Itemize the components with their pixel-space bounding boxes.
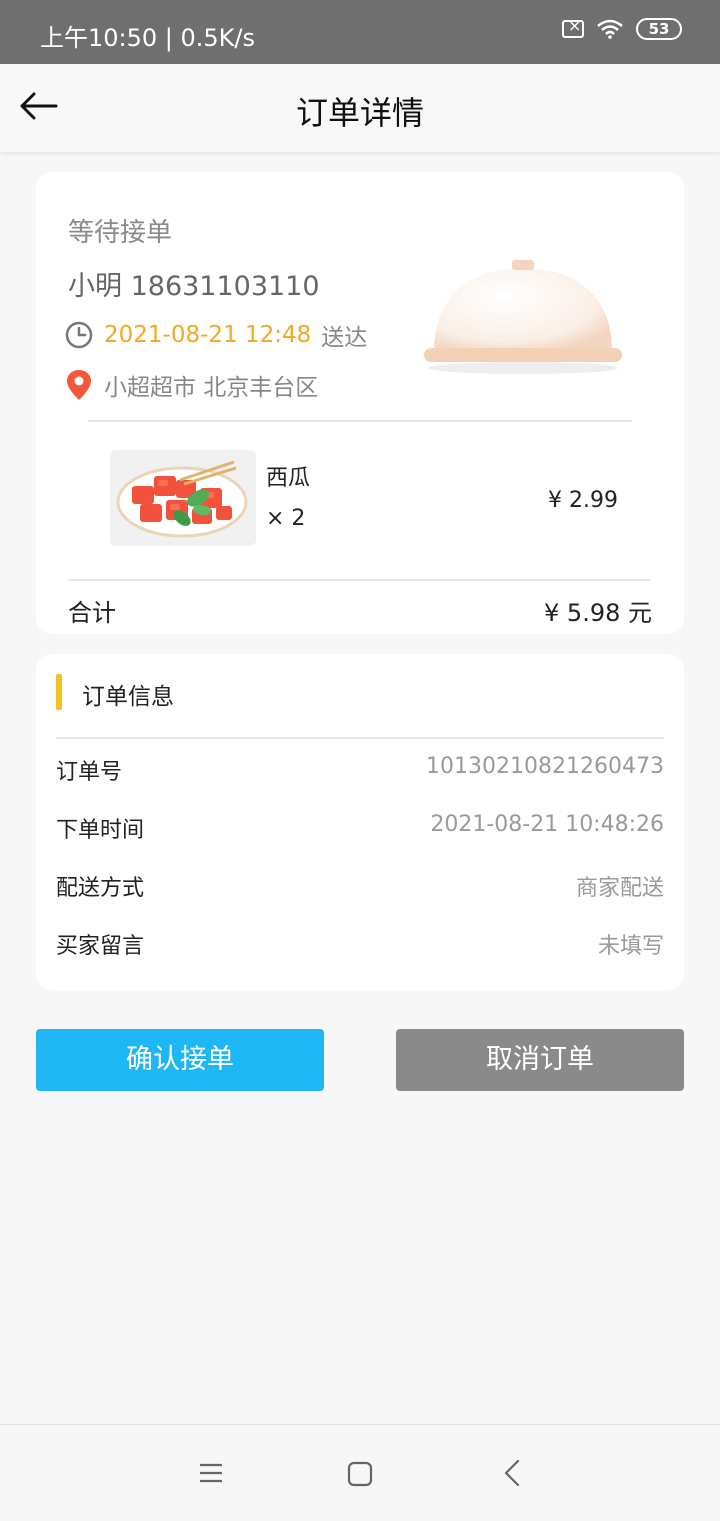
status-time: 上午10:50 | 0.5K/s [40,24,256,52]
info-value: 商家配送 [575,876,664,901]
home-icon[interactable] [345,1459,375,1489]
location-pin-icon [67,370,91,400]
wifi-icon [597,19,623,39]
delivery-time: 2021-08-21 12:48 [104,322,312,348]
no-sim-icon [562,16,584,38]
back-nav-icon[interactable] [500,1457,524,1489]
menu-icon[interactable] [196,1459,226,1487]
order-summary-card: 等待接单 小明 18631103110 2021-08-21 12:48 送达 … [36,172,684,634]
info-value: 2021-08-21 10:48:26 [430,812,664,837]
address-row: 小超超市 北京丰台区 [64,368,318,402]
status-bar: 上午10:50 | 0.5K/s 53 [0,0,720,64]
product-price: ¥ 2.99 [548,488,618,513]
watermelon-image [116,460,248,538]
section-accent-bar [56,674,62,710]
order-status: 等待接单 [68,218,173,248]
battery-icon: 53 [636,18,682,40]
clock-icon [65,321,93,349]
total-label: 合计 [68,599,116,627]
total-value: ¥ 5.98 元 [544,599,652,627]
system-nav-bar [0,1424,720,1521]
food-cover-illustration [424,260,622,374]
address-text: 小超超市 北京丰台区 [104,375,319,401]
delivery-suffix: 送达 [321,325,368,351]
info-label: 下单时间 [56,818,145,843]
confirm-order-button[interactable]: 确认接单 [36,1029,324,1091]
info-label: 配送方式 [56,876,145,901]
info-value: 未填写 [597,934,664,959]
header-bar: 订单详情 [0,64,720,152]
customer-info: 小明 18631103110 [68,271,320,302]
cancel-order-button[interactable]: 取消订单 [396,1029,684,1091]
delivery-time-row: 2021-08-21 12:48 送达 [64,318,367,352]
product-quantity: × 2 [266,506,306,531]
status-icons: 53 [562,16,682,40]
order-info-card: 订单信息 订单号 10130210821260473 下单时间 2021-08-… [36,654,684,990]
page-title: 订单详情 [295,94,424,132]
product-name: 西瓜 [266,466,311,491]
divider [68,579,650,581]
divider [56,737,664,739]
info-label: 订单号 [56,760,123,785]
info-label: 买家留言 [56,934,145,959]
section-title: 订单信息 [82,684,174,710]
divider [88,420,632,422]
info-value: 10130210821260473 [426,754,664,779]
product-image [110,450,256,546]
